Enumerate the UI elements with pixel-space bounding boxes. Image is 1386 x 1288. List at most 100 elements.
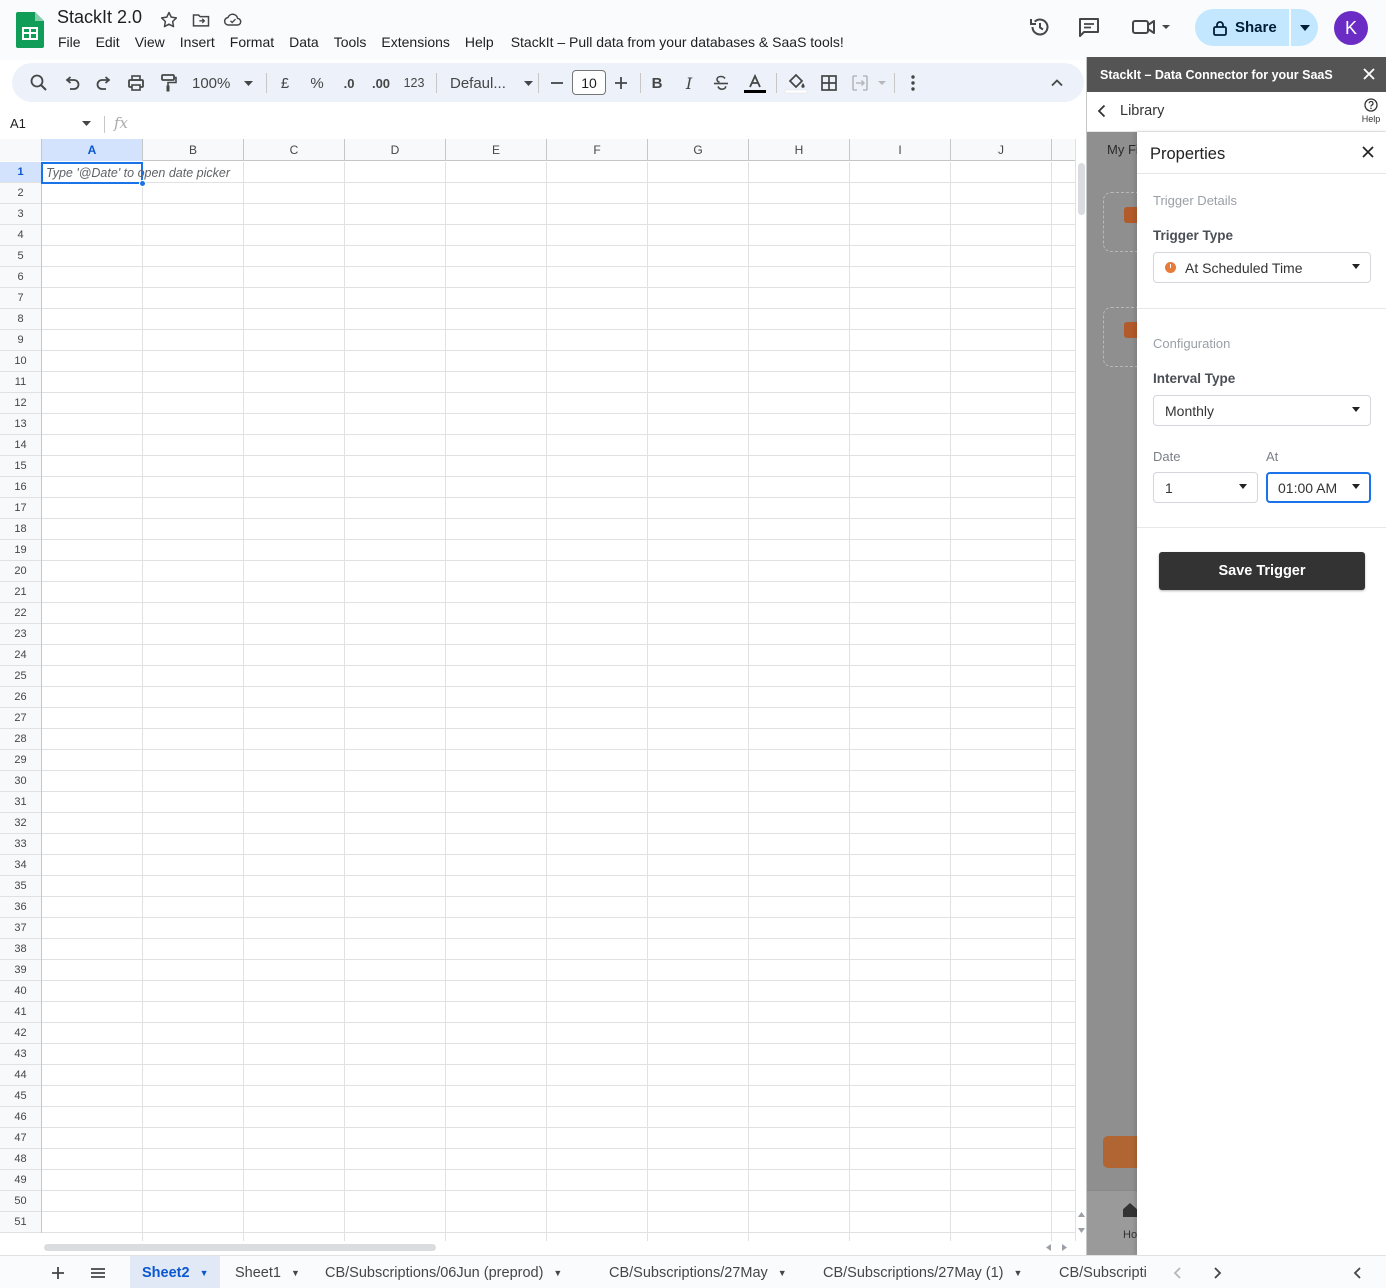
move-folder-icon[interactable] (191, 10, 211, 30)
column-header[interactable]: I (850, 139, 951, 161)
column-header[interactable]: B (143, 139, 244, 161)
sheets-logo-icon[interactable] (16, 12, 44, 48)
row-header[interactable]: 27 (0, 708, 41, 729)
paint-format-icon[interactable] (157, 72, 179, 94)
star-icon[interactable] (159, 10, 179, 30)
row-header[interactable]: 15 (0, 456, 41, 477)
select-all-corner[interactable] (0, 139, 42, 161)
font-size-input[interactable]: 10 (572, 70, 606, 95)
menu-stackit-addon[interactable]: StackIt – Pull data from your databases … (511, 34, 844, 54)
column-header[interactable]: H (749, 139, 850, 161)
currency-format-button[interactable]: £ (274, 72, 296, 94)
scroll-up-icon[interactable] (1078, 1212, 1085, 1217)
italic-button[interactable]: I (678, 72, 700, 94)
row-header[interactable]: 23 (0, 624, 41, 645)
row-header[interactable]: 42 (0, 1023, 41, 1044)
row-header[interactable]: 7 (0, 288, 41, 309)
meet-video-icon[interactable] (1131, 15, 1173, 39)
column-header[interactable]: E (446, 139, 547, 161)
sheet-tab-menu-icon[interactable]: ▼ (1014, 1268, 1023, 1278)
scroll-tabs-left-icon[interactable] (1167, 1262, 1189, 1284)
row-header[interactable]: 3 (0, 204, 41, 225)
all-sheets-icon[interactable] (87, 1262, 109, 1284)
sheet-tab[interactable]: CB/Subscripti (1047, 1256, 1155, 1288)
scroll-left-icon[interactable] (1046, 1244, 1051, 1251)
zoom-select[interactable]: 100% (192, 72, 254, 94)
row-header[interactable]: 31 (0, 792, 41, 813)
column-header[interactable]: D (345, 139, 446, 161)
row-header[interactable]: 45 (0, 1086, 41, 1107)
menu-help[interactable]: Help (465, 34, 494, 54)
menu-insert[interactable]: Insert (180, 34, 215, 54)
row-header[interactable]: 10 (0, 351, 41, 372)
row-header[interactable]: 1 (0, 162, 41, 183)
row-header[interactable]: 26 (0, 687, 41, 708)
row-header[interactable]: 29 (0, 750, 41, 771)
column-header[interactable]: C (244, 139, 345, 161)
row-header[interactable]: 37 (0, 918, 41, 939)
row-header[interactable]: 17 (0, 498, 41, 519)
row-header[interactable]: 13 (0, 414, 41, 435)
vertical-scroll-thumb[interactable] (1078, 163, 1085, 215)
increase-decimal-button[interactable]: .00 (370, 72, 392, 94)
row-header[interactable]: 14 (0, 435, 41, 456)
row-header[interactable]: 32 (0, 813, 41, 834)
row-header[interactable]: 30 (0, 771, 41, 792)
row-header[interactable]: 51 (0, 1212, 41, 1233)
decrease-font-size-icon[interactable] (546, 72, 568, 94)
document-title[interactable]: StackIt 2.0 (57, 7, 142, 28)
row-header[interactable]: 25 (0, 666, 41, 687)
row-header[interactable]: 20 (0, 561, 41, 582)
text-color-icon[interactable] (742, 72, 768, 94)
row-header[interactable]: 50 (0, 1191, 41, 1212)
row-header[interactable]: 48 (0, 1149, 41, 1170)
scroll-tabs-right-icon[interactable] (1206, 1262, 1228, 1284)
bold-button[interactable]: B (646, 72, 668, 94)
row-header[interactable]: 6 (0, 267, 41, 288)
help-button[interactable]: Help (1359, 98, 1383, 124)
row-header[interactable]: 24 (0, 645, 41, 666)
merge-cells-icon[interactable] (850, 72, 890, 94)
menu-data[interactable]: Data (289, 34, 319, 54)
row-header[interactable]: 47 (0, 1128, 41, 1149)
row-header[interactable]: 9 (0, 330, 41, 351)
borders-icon[interactable] (818, 72, 840, 94)
date-select[interactable]: 1 (1153, 472, 1258, 503)
row-header[interactable]: 35 (0, 876, 41, 897)
row-header[interactable]: 39 (0, 960, 41, 981)
close-properties-icon[interactable] (1361, 145, 1375, 159)
row-header[interactable]: 5 (0, 246, 41, 267)
row-header[interactable]: 46 (0, 1107, 41, 1128)
column-header[interactable]: G (648, 139, 749, 161)
font-select[interactable]: Defaul... (450, 72, 533, 94)
menu-file[interactable]: File (58, 34, 81, 54)
row-header[interactable]: 38 (0, 939, 41, 960)
row-header[interactable]: 21 (0, 582, 41, 603)
name-box-caret-icon[interactable] (82, 121, 91, 126)
row-header[interactable]: 33 (0, 834, 41, 855)
row-header[interactable]: 41 (0, 1002, 41, 1023)
back-arrow-icon[interactable] (1097, 104, 1107, 118)
account-avatar[interactable]: K (1334, 11, 1368, 45)
share-options-button[interactable] (1291, 9, 1318, 46)
row-header[interactable]: 36 (0, 897, 41, 918)
increase-font-size-icon[interactable] (610, 72, 632, 94)
sheet-tab[interactable]: CB/Subscriptions/27May ▼ (597, 1256, 799, 1288)
row-header[interactable]: 44 (0, 1065, 41, 1086)
sheet-tab-menu-icon[interactable]: ▼ (200, 1268, 209, 1278)
row-header[interactable]: 16 (0, 477, 41, 498)
column-header[interactable]: A (42, 139, 143, 161)
save-trigger-button[interactable]: Save Trigger (1159, 552, 1365, 590)
decrease-decimal-button[interactable]: .0 (338, 72, 360, 94)
menu-tools[interactable]: Tools (334, 34, 367, 54)
sheet-tab[interactable]: CB/Subscriptions/06Jun (preprod) ▼ (313, 1256, 574, 1288)
row-header[interactable]: 19 (0, 540, 41, 561)
sheet-tab[interactable]: CB/Subscriptions/27May (1) ▼ (811, 1256, 1034, 1288)
search-menus-icon[interactable] (28, 72, 50, 94)
column-header[interactable]: F (547, 139, 648, 161)
trigger-type-select[interactable]: At Scheduled Time (1153, 252, 1371, 283)
fill-handle[interactable] (139, 180, 146, 187)
name-box[interactable]: A1 (10, 116, 26, 131)
row-header[interactable]: 22 (0, 603, 41, 624)
collapse-toolbar-icon[interactable] (1046, 72, 1068, 94)
